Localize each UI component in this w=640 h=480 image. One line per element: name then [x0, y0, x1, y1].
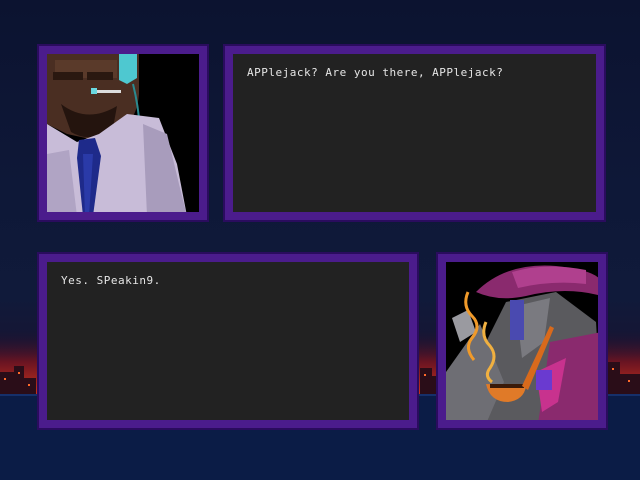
dialogue-box-top: APPlejack? Are you there, APPlejack?	[223, 44, 606, 222]
portrait-frame	[47, 54, 199, 212]
dialogue-text-handler: APPlejack? Are you there, APPlejack?	[247, 66, 504, 79]
dialogue-text-detective: Yes. SPeakin9.	[61, 274, 161, 287]
dialogue-box-bottom-inner: Yes. SPeakin9.	[47, 262, 409, 420]
handler-portrait-image	[47, 54, 199, 212]
detective-portrait-image	[446, 262, 598, 420]
game-scene: APPlejack? Are you there, APPlejack? Yes…	[0, 0, 640, 480]
portrait-frame	[446, 262, 598, 420]
dialogue-box-bottom: Yes. SPeakin9.	[37, 252, 419, 430]
portrait-panel-detective	[436, 252, 608, 430]
portrait-panel-handler	[37, 44, 209, 222]
dialogue-box-top-inner: APPlejack? Are you there, APPlejack?	[233, 54, 596, 212]
